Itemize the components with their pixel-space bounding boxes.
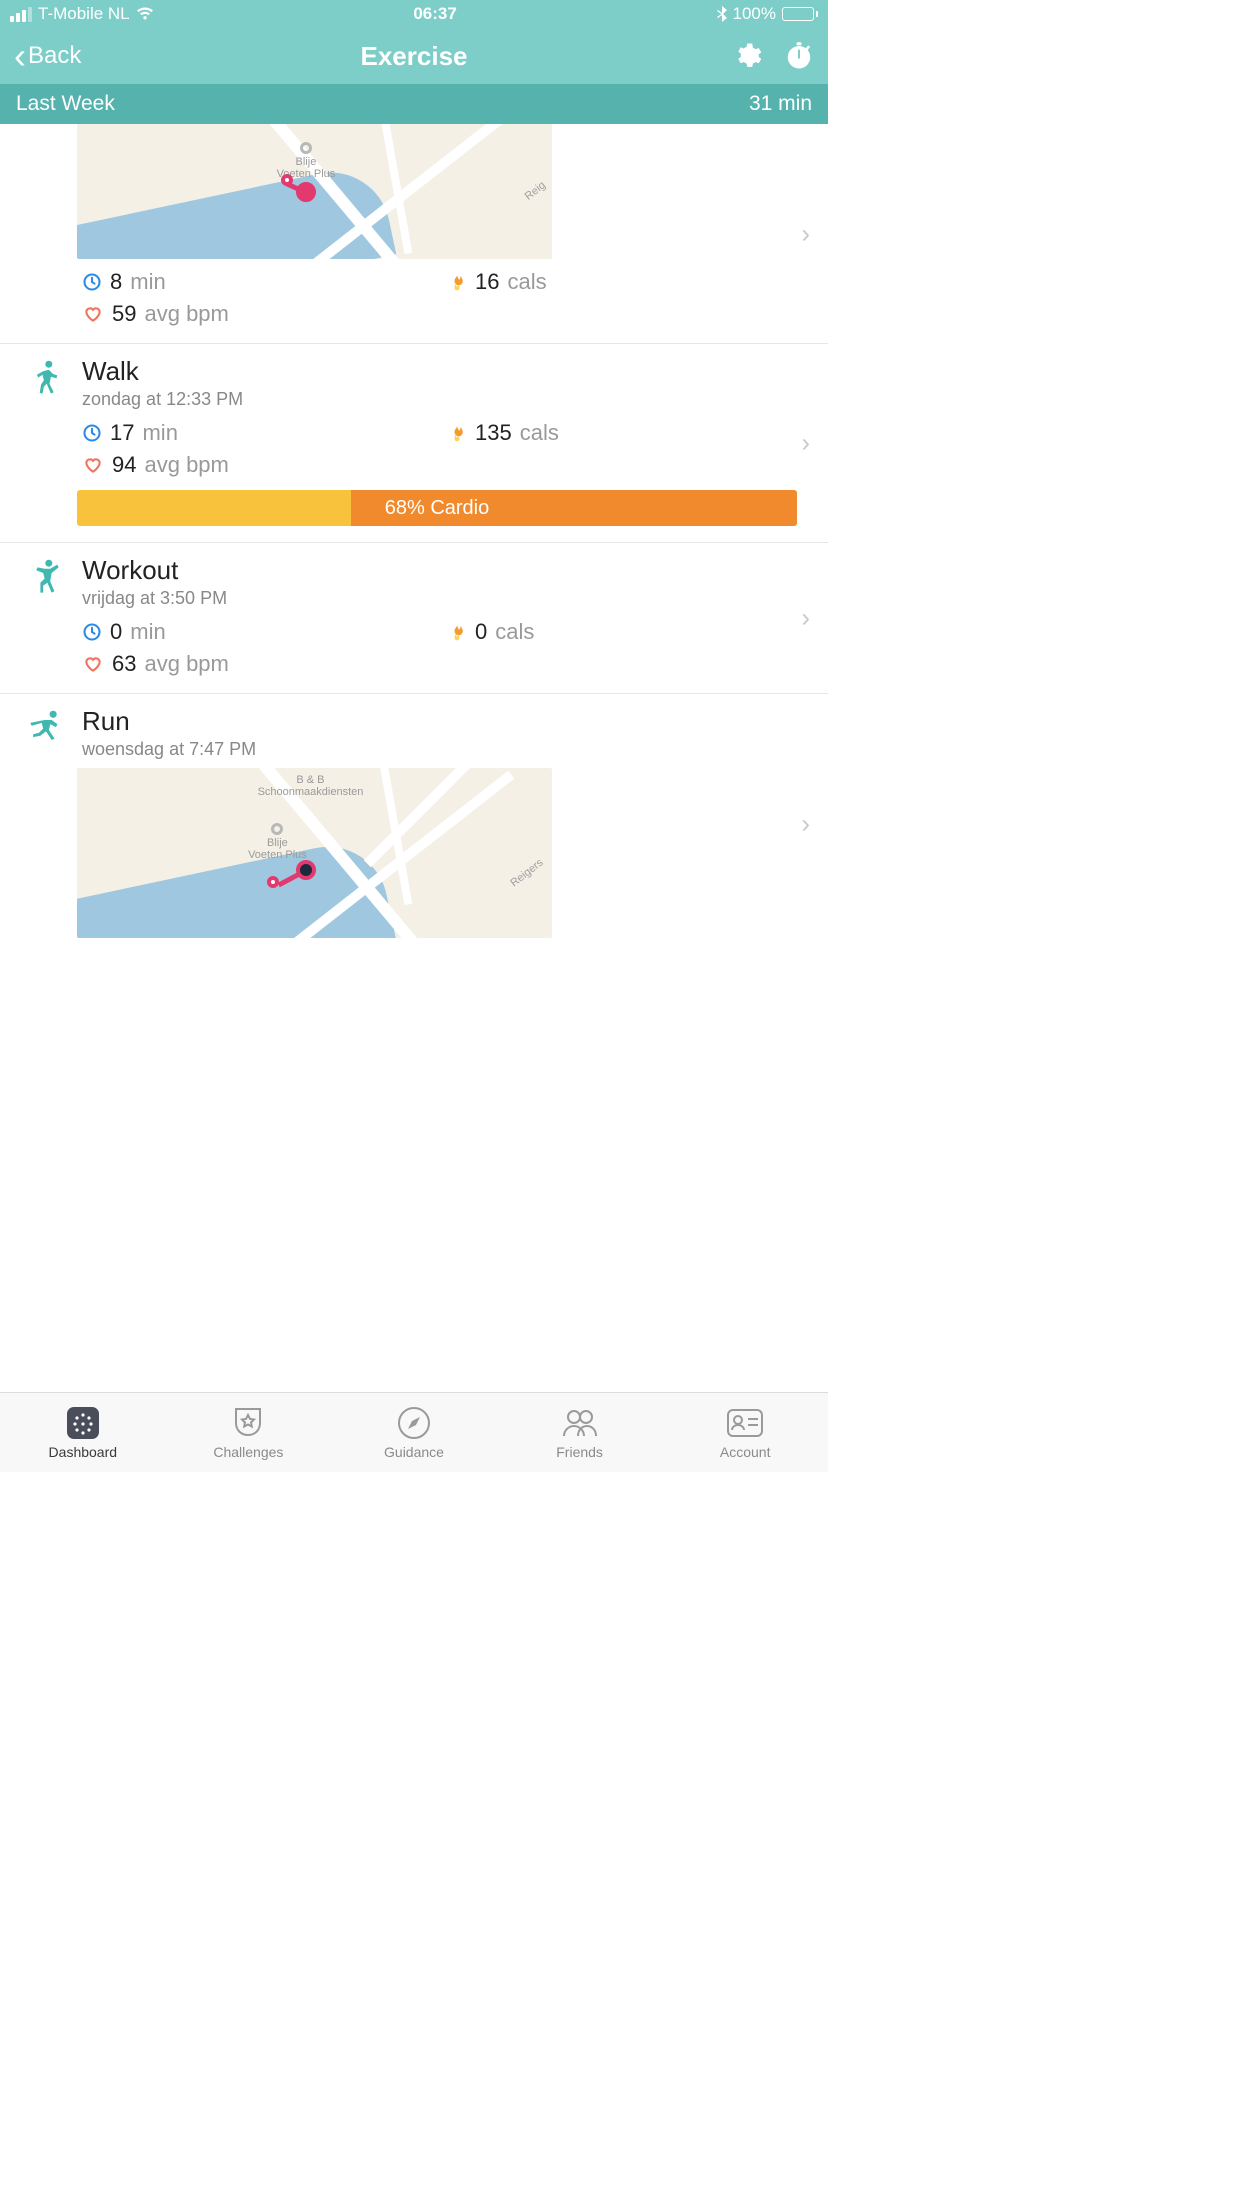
tab-label: Account (720, 1444, 771, 1460)
stopwatch-icon (784, 41, 814, 71)
challenges-icon (231, 1406, 265, 1440)
tab-dashboard[interactable]: Dashboard (0, 1393, 166, 1472)
signal-bars-icon (10, 7, 32, 22)
heart-icon (82, 654, 104, 674)
flame-icon (447, 271, 467, 293)
activity-subtitle: woensdag at 7:47 PM (82, 739, 802, 760)
calories-stat: 135cals (447, 420, 802, 446)
workout-icon (26, 555, 66, 601)
tab-label: Dashboard (49, 1444, 118, 1460)
exercise-item[interactable]: › Workout vrijdag at 3:50 PM 0min 0cals (0, 543, 828, 694)
clock-icon (82, 423, 102, 443)
activity-title: Run (82, 706, 802, 737)
duration-stat: 0min (82, 619, 437, 645)
heartrate-stat: 59avg bpm (82, 301, 437, 327)
duration-stat: 17min (82, 420, 437, 446)
back-button[interactable]: ‹ Back (14, 38, 281, 74)
stopwatch-button[interactable] (784, 41, 814, 71)
map-preview: B & B Schoonmaakdiensten Blije Voeten Pl… (77, 768, 552, 938)
exercise-item[interactable]: › Walk zondag at 12:33 PM 17min 135cals (0, 344, 828, 543)
chevron-left-icon: ‹ (14, 38, 26, 74)
settings-button[interactable] (732, 41, 762, 71)
clock-icon (82, 272, 102, 292)
heartrate-stat: 94avg bpm (82, 452, 437, 478)
back-label: Back (28, 42, 81, 70)
friends-icon (560, 1406, 600, 1440)
chevron-right-icon: › (801, 603, 810, 634)
exercise-list: › Blije Voeten Plus Reig 8min 16cals (0, 124, 828, 1392)
tab-label: Guidance (384, 1444, 444, 1460)
account-icon (726, 1406, 764, 1440)
heartrate-stat: 63avg bpm (82, 651, 437, 677)
tab-account[interactable]: Account (662, 1393, 828, 1472)
map-preview: Blije Voeten Plus Reig (77, 124, 552, 259)
chevron-right-icon: › (801, 218, 810, 249)
status-time: 06:37 (413, 4, 456, 24)
page-title: Exercise (281, 41, 548, 72)
exercise-item[interactable]: › Run woensdag at 7:47 PM B & B Schoonma… (0, 694, 828, 954)
chevron-right-icon: › (801, 428, 810, 459)
heart-icon (82, 455, 104, 475)
carrier-label: T-Mobile NL (38, 4, 130, 24)
walk-icon (26, 356, 66, 402)
tab-friends[interactable]: Friends (497, 1393, 663, 1472)
cardio-zone-bar: 68% Cardio (77, 490, 797, 526)
tab-challenges[interactable]: Challenges (166, 1393, 332, 1472)
calories-stat: 16cals (447, 269, 802, 295)
flame-icon (447, 422, 467, 444)
exercise-item[interactable]: › Blije Voeten Plus Reig 8min 16cals (0, 124, 828, 344)
activity-title: Workout (82, 555, 802, 586)
battery-pct: 100% (733, 4, 776, 24)
guidance-icon (397, 1406, 431, 1440)
tab-label: Friends (556, 1444, 603, 1460)
calories-stat: 0cals (447, 619, 802, 645)
section-total: 31 min (749, 92, 812, 116)
tab-bar: Dashboard Challenges Guidance Friends Ac… (0, 1392, 828, 1472)
chevron-right-icon: › (801, 809, 810, 840)
wifi-icon (136, 7, 154, 21)
status-bar: T-Mobile NL 06:37 100% (0, 0, 828, 28)
section-header: Last Week 31 min (0, 84, 828, 124)
bluetooth-icon (717, 6, 727, 22)
flame-icon (447, 621, 467, 643)
dashboard-icon (65, 1406, 101, 1440)
clock-icon (82, 622, 102, 642)
duration-stat: 8min (82, 269, 437, 295)
tab-guidance[interactable]: Guidance (331, 1393, 497, 1472)
navigation-bar: ‹ Back Exercise (0, 28, 828, 84)
activity-subtitle: zondag at 12:33 PM (82, 389, 802, 410)
tab-label: Challenges (213, 1444, 283, 1460)
section-label: Last Week (16, 92, 115, 116)
gear-icon (732, 41, 762, 71)
heart-icon (82, 304, 104, 324)
activity-subtitle: vrijdag at 3:50 PM (82, 588, 802, 609)
activity-title: Walk (82, 356, 802, 387)
battery-icon (782, 7, 818, 21)
run-icon (26, 706, 66, 750)
